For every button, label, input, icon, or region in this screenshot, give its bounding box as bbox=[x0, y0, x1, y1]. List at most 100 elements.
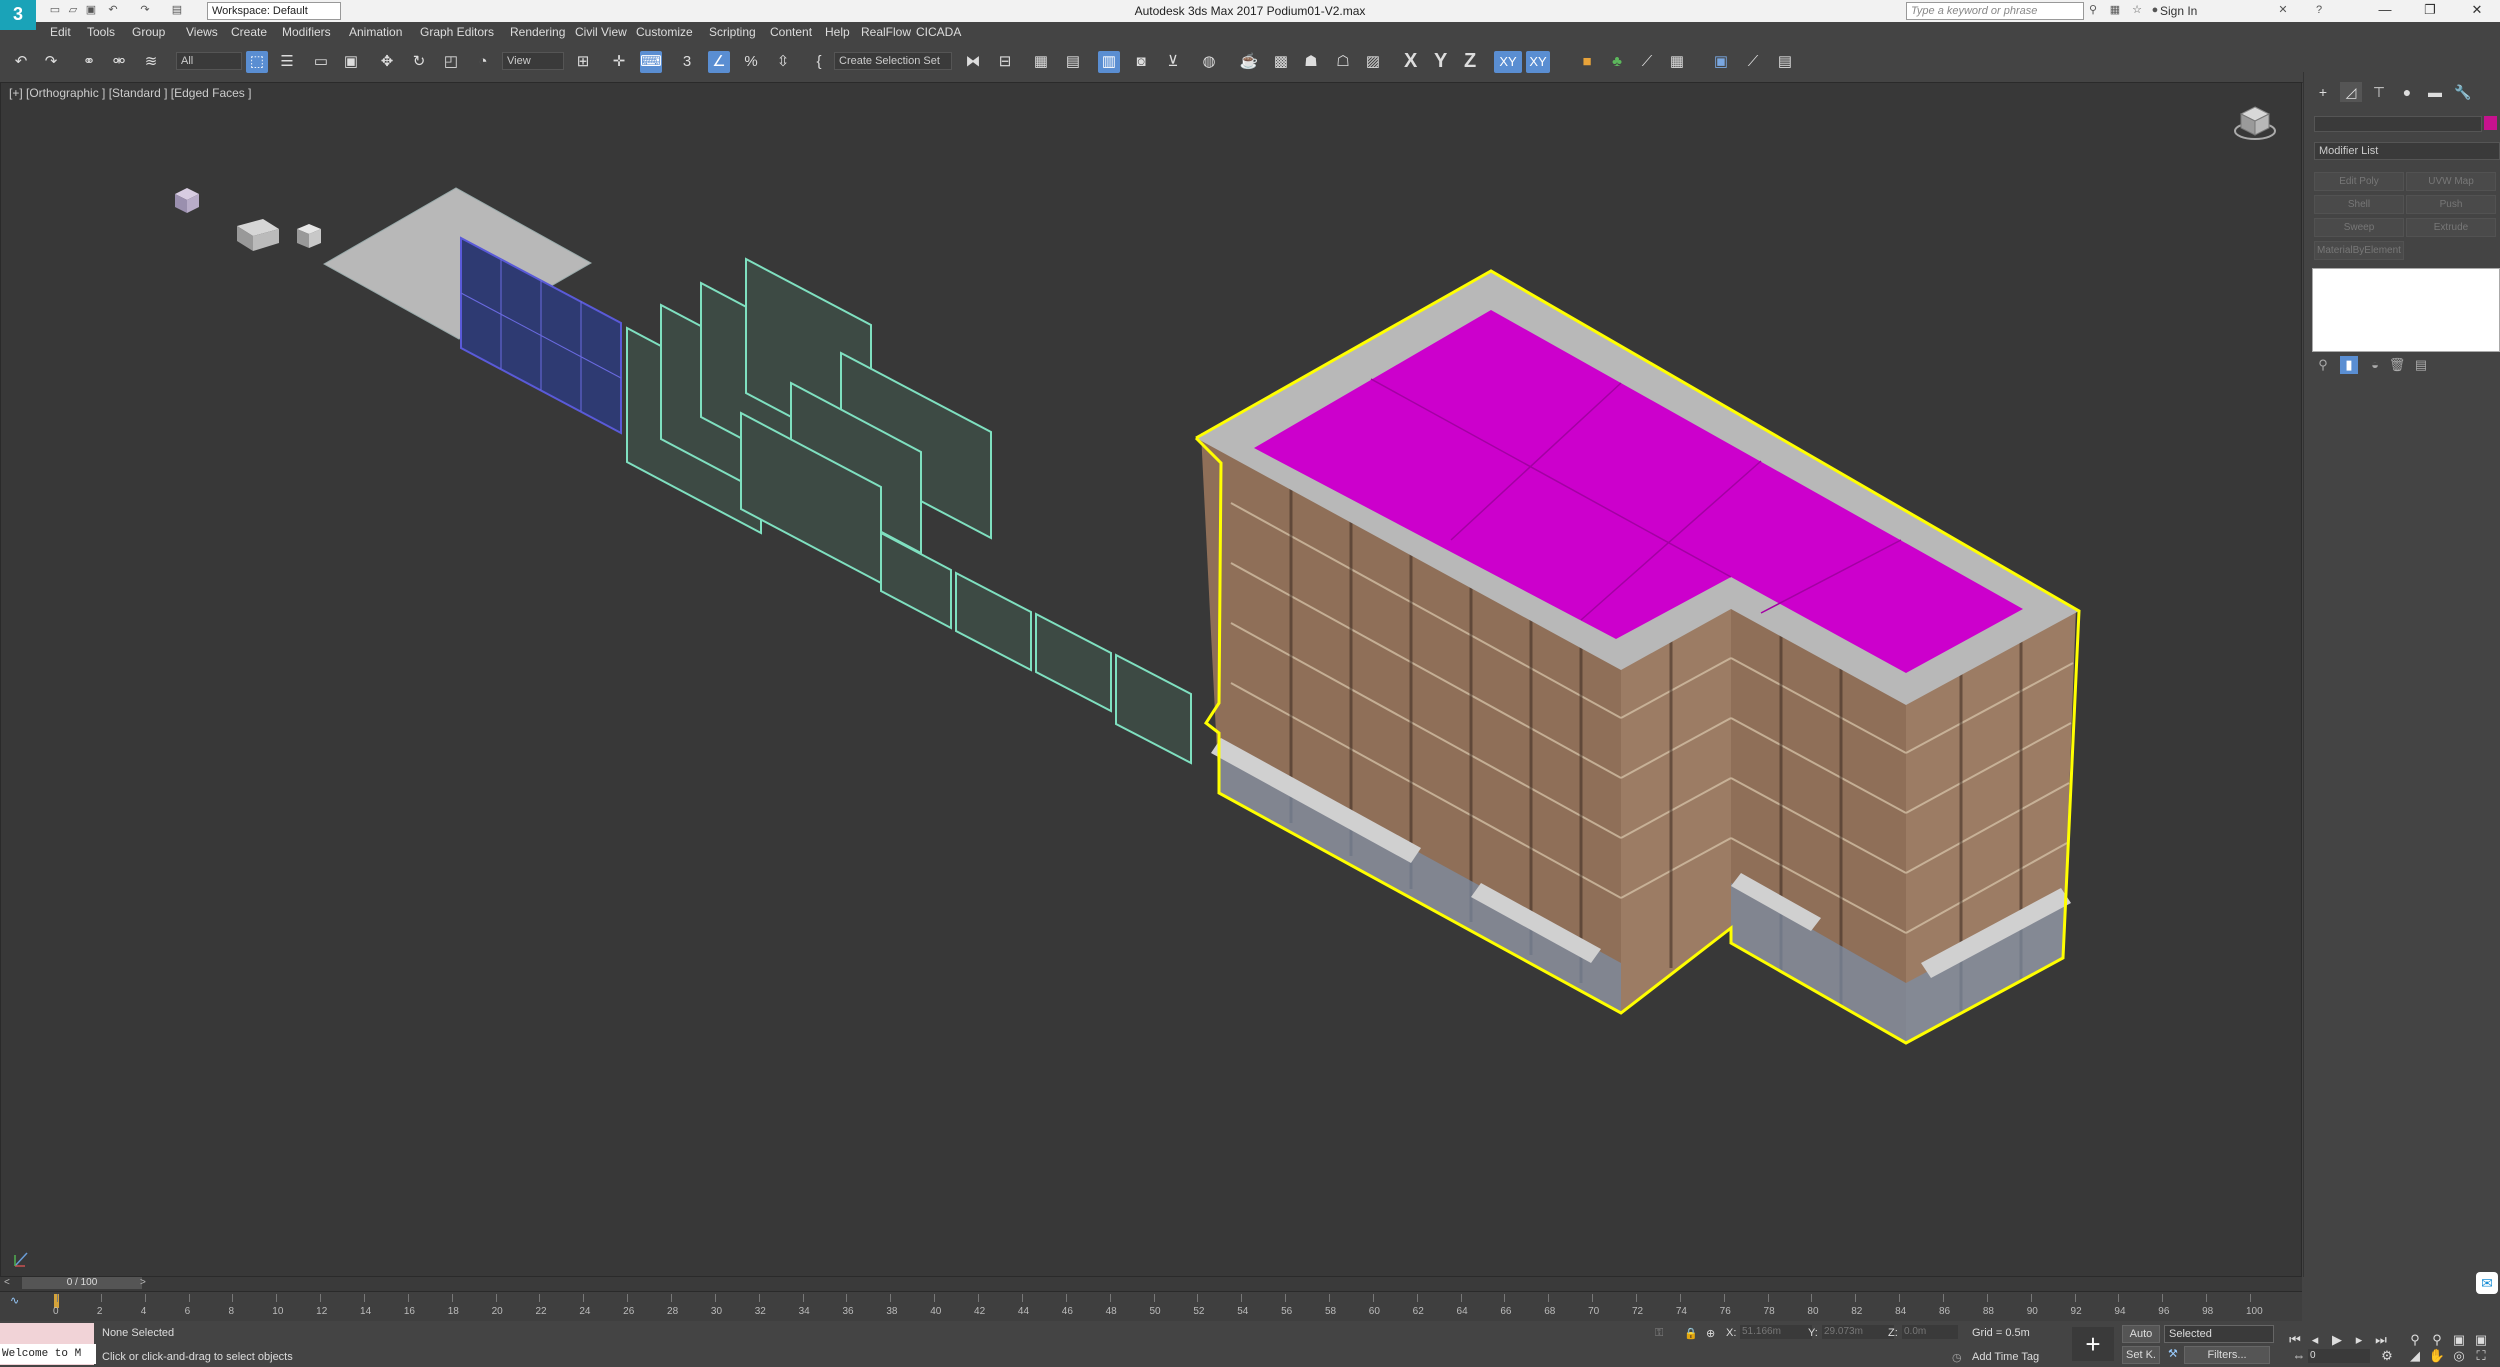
sweep-button[interactable]: Sweep bbox=[2314, 218, 2404, 237]
curve-editor-icon[interactable]: ◙ bbox=[1130, 51, 1152, 73]
spinner-snap-icon[interactable]: ⇳ bbox=[772, 51, 794, 73]
render-in-cloud-icon[interactable]: ▨ bbox=[1362, 51, 1384, 73]
time-slider[interactable]: 0 / 100 bbox=[22, 1277, 142, 1289]
absolute-mode-icon[interactable]: ⊕ bbox=[1706, 1327, 1715, 1340]
orbit-icon[interactable]: ◎ bbox=[2450, 1347, 2468, 1365]
time-configuration-icon[interactable]: ⚙ bbox=[2378, 1347, 2396, 1365]
redo-icon[interactable]: ↷ bbox=[138, 3, 152, 17]
add-time-tag-button[interactable]: Add Time Tag bbox=[1972, 1351, 2039, 1363]
set-key-button[interactable]: Set K. bbox=[2122, 1346, 2160, 1364]
motion-tab-icon[interactable]: ● bbox=[2396, 82, 2418, 102]
menu-scripting[interactable]: Scripting bbox=[709, 25, 756, 39]
menu-modifiers[interactable]: Modifiers bbox=[282, 25, 331, 39]
pen-plugin-icon[interactable]: ⟋ bbox=[1742, 51, 1764, 73]
select-object-icon[interactable]: ⬚ bbox=[246, 51, 268, 73]
scene-geometry[interactable] bbox=[1, 83, 2301, 1276]
object-color-swatch[interactable] bbox=[2484, 116, 2497, 130]
angle-snap-icon[interactable]: ∠ bbox=[708, 51, 730, 73]
isolate-toggle-icon[interactable]: ⚿ bbox=[1655, 1327, 1663, 1340]
track-bar[interactable]: ∿ 0 2 4 6 8 10 12 14 16 18 20 22 24 26 28 30 32 34 36 38 40 4… bbox=[0, 1291, 2302, 1322]
pin-stack-icon[interactable]: ⚲ bbox=[2314, 356, 2332, 374]
prev-frame-icon[interactable]: < bbox=[4, 1277, 10, 1288]
object-name-field[interactable] bbox=[2314, 116, 2482, 132]
key-filters-button[interactable]: Filters... bbox=[2184, 1346, 2270, 1364]
favorites-star-icon[interactable]: ☆ bbox=[2130, 3, 2144, 17]
exchange-apps-icon[interactable]: ✕ bbox=[2276, 3, 2290, 17]
scene-explorer-icon[interactable]: ▦ bbox=[1030, 51, 1052, 73]
mini-curve-editor-icon[interactable]: ∿ bbox=[10, 1294, 19, 1307]
menu-cicada[interactable]: CICADA bbox=[916, 25, 961, 39]
axis-z-button[interactable]: Z bbox=[1464, 50, 1476, 73]
material-editor-icon[interactable]: ◍ bbox=[1198, 51, 1220, 73]
rendered-frame-window-icon[interactable]: ▩ bbox=[1270, 51, 1292, 73]
add-key-icon[interactable]: + bbox=[2072, 1327, 2114, 1361]
graphite-ribbon-icon[interactable]: ▥ bbox=[1098, 51, 1120, 73]
window-crossing-icon[interactable]: ▣ bbox=[340, 51, 362, 73]
align-icon[interactable]: ⊟ bbox=[994, 51, 1016, 73]
mirror-icon[interactable]: ⧓ bbox=[962, 51, 984, 73]
reference-coordinate-dropdown[interactable]: View bbox=[502, 52, 564, 70]
menu-views[interactable]: Views bbox=[186, 25, 218, 39]
axis-x-button[interactable]: X bbox=[1404, 50, 1417, 73]
create-tab-icon[interactable]: + bbox=[2312, 82, 2334, 102]
current-frame-field[interactable]: 0 bbox=[2308, 1349, 2370, 1363]
plugin-tool-icon[interactable]: ■ bbox=[1576, 51, 1598, 73]
link-icon[interactable]: ⚭ bbox=[78, 51, 100, 73]
show-end-result-icon[interactable]: ▮ bbox=[2340, 356, 2358, 374]
display-tab-icon[interactable]: ▬ bbox=[2424, 82, 2446, 102]
configure-modifier-sets-icon[interactable]: ▤ bbox=[2412, 356, 2430, 374]
x-coordinate-field[interactable]: 51.166m bbox=[1740, 1325, 1812, 1339]
scale-icon[interactable]: ◰ bbox=[440, 51, 462, 73]
menu-create[interactable]: Create bbox=[231, 25, 267, 39]
restore-button[interactable]: ❐ bbox=[2415, 2, 2445, 18]
modifier-list-dropdown[interactable]: Modifier List bbox=[2314, 142, 2500, 160]
menu-customize[interactable]: Customize bbox=[636, 25, 693, 39]
facade-panels-object[interactable] bbox=[626, 257, 1192, 765]
open-file-icon[interactable]: ▱ bbox=[66, 3, 80, 17]
lock-selection-icon[interactable]: 🔒 bbox=[1684, 1327, 1698, 1340]
next-frame-icon[interactable]: ▸ bbox=[2350, 1331, 2368, 1349]
new-file-icon[interactable]: ▭ bbox=[48, 3, 62, 17]
save-file-icon[interactable]: ▣ bbox=[84, 3, 98, 17]
menu-tools[interactable]: Tools bbox=[87, 25, 115, 39]
key-mode-icon[interactable]: ⚒ bbox=[2168, 1347, 2178, 1360]
z-coordinate-field[interactable]: 0.0m bbox=[1902, 1325, 1958, 1339]
modify-tab-icon[interactable]: ◿ bbox=[2340, 82, 2362, 102]
help-icon[interactable]: ? bbox=[2312, 3, 2326, 17]
key-mode-toggle-icon[interactable]: ⇔ bbox=[2290, 1347, 2308, 1365]
stair-object[interactable] bbox=[237, 219, 279, 251]
maxscript-listener[interactable]: Welcome to M bbox=[0, 1344, 96, 1364]
panel-plugin-icon[interactable]: ▤ bbox=[1774, 51, 1796, 73]
named-selection-set-dropdown[interactable]: Create Selection Set bbox=[834, 52, 952, 70]
previous-frame-icon[interactable]: ◂ bbox=[2306, 1331, 2324, 1349]
edit-poly-button[interactable]: Edit Poly bbox=[2314, 172, 2404, 191]
grid-plugin-icon[interactable]: ▦ bbox=[1666, 51, 1688, 73]
pivot-center-icon[interactable]: ⊞ bbox=[572, 51, 594, 73]
rectangular-selection-icon[interactable]: ▭ bbox=[310, 51, 332, 73]
keyboard-shortcut-override-icon[interactable]: ⌨ bbox=[640, 51, 662, 73]
material-by-element-button[interactable]: MaterialByElement bbox=[2314, 241, 2404, 260]
tree-plugin-icon[interactable]: ♣ bbox=[1606, 51, 1628, 73]
menu-civil-view[interactable]: Civil View bbox=[575, 25, 627, 39]
schematic-view-icon[interactable]: ⊻ bbox=[1162, 51, 1184, 73]
shell-button[interactable]: Shell bbox=[2314, 195, 2404, 214]
search-input[interactable]: Type a keyword or phrase bbox=[1906, 2, 2084, 20]
time-slider-bar[interactable]: < 0 / 100 > bbox=[0, 1277, 2302, 1291]
sign-in-button[interactable]: Sign In bbox=[2160, 4, 2197, 18]
render-production-icon[interactable]: ☗ bbox=[1300, 51, 1322, 73]
bind-space-warp-icon[interactable]: ≋ bbox=[140, 51, 162, 73]
minimize-button[interactable]: — bbox=[2370, 2, 2400, 18]
selection-filter-dropdown[interactable]: All bbox=[176, 52, 242, 70]
close-button[interactable]: ✕ bbox=[2462, 2, 2492, 18]
next-frame-icon[interactable]: > bbox=[140, 1277, 146, 1288]
edit-named-selection-icon[interactable]: { bbox=[808, 51, 830, 73]
select-manipulate-icon[interactable]: ✛ bbox=[608, 51, 630, 73]
push-button[interactable]: Push bbox=[2406, 195, 2496, 214]
chat-help-icon[interactable]: ✉ bbox=[2476, 1272, 2498, 1294]
menu-edit[interactable]: Edit bbox=[50, 25, 71, 39]
place-icon[interactable]: ◔ bbox=[472, 51, 494, 73]
box-object[interactable] bbox=[297, 224, 321, 248]
maximize-viewport-icon[interactable]: ⛶ bbox=[2472, 1347, 2490, 1365]
menu-help[interactable]: Help bbox=[825, 25, 850, 39]
menu-rendering[interactable]: Rendering bbox=[510, 25, 565, 39]
